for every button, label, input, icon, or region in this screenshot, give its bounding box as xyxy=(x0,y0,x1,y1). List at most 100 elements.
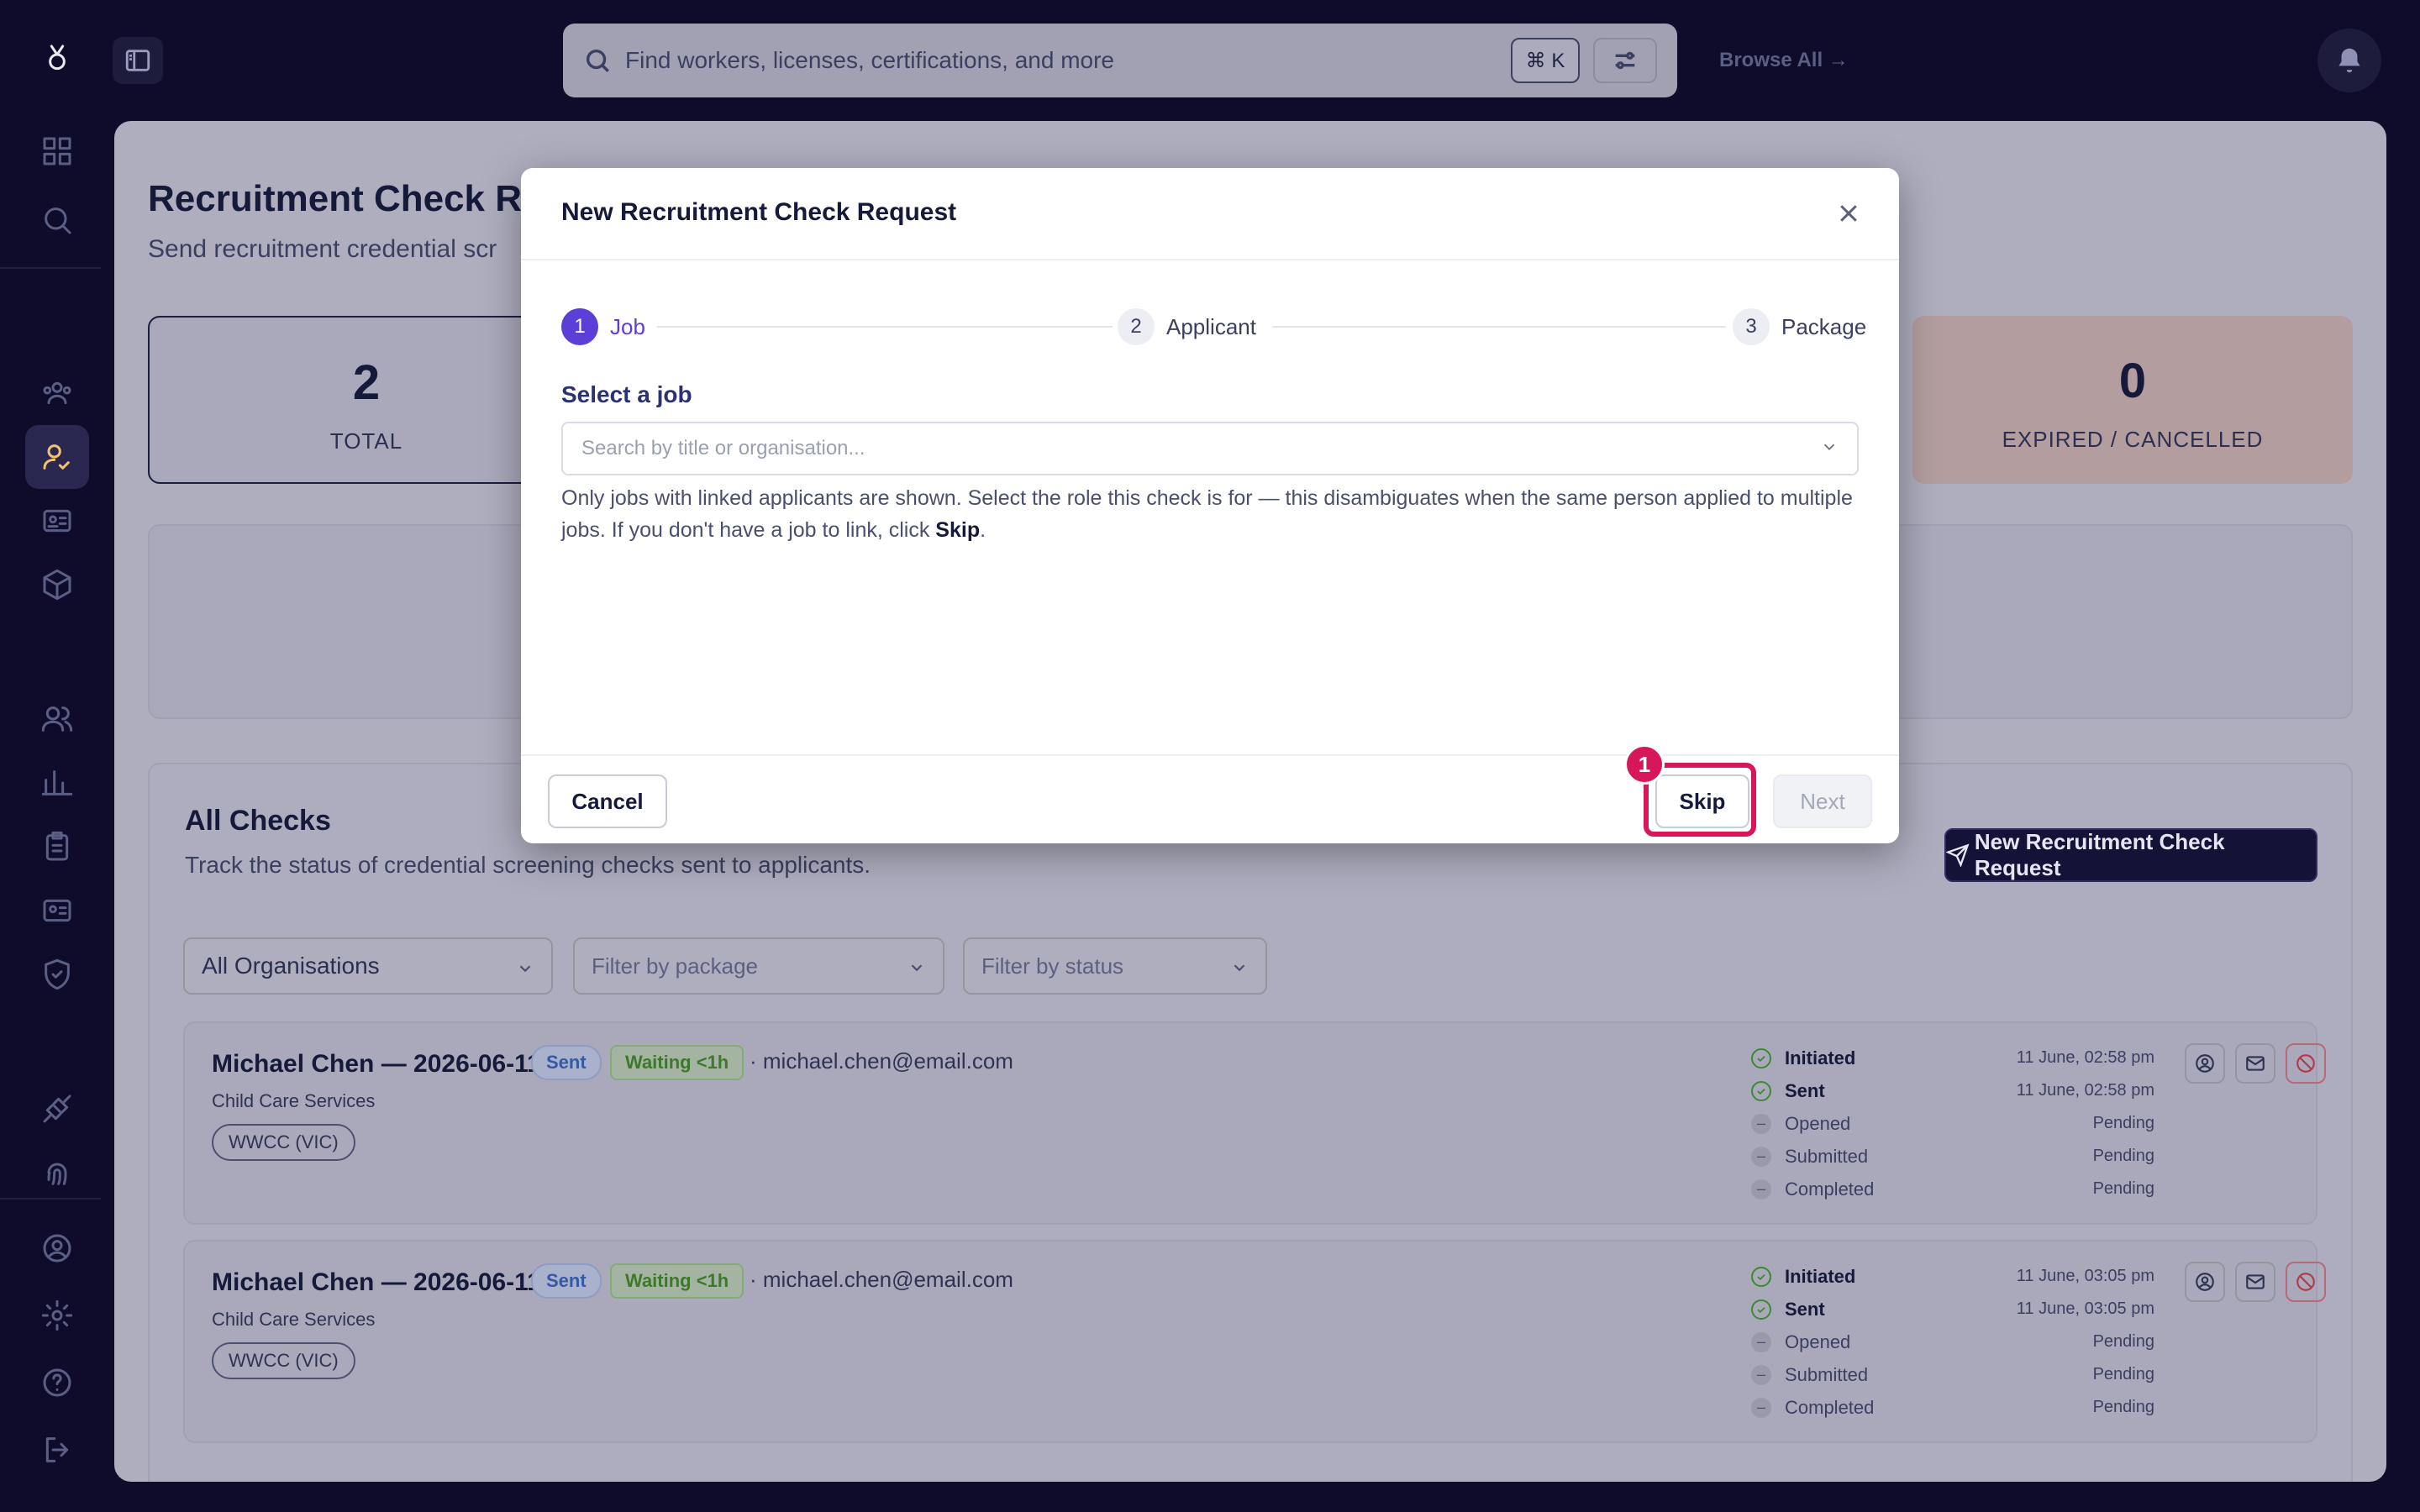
resend-email-button[interactable] xyxy=(2235,1043,2275,1084)
stat-card-total[interactable]: 2 TOTAL xyxy=(148,316,585,484)
check-icon xyxy=(1751,1047,1771,1068)
step-number: 3 xyxy=(1733,308,1770,345)
check-row[interactable]: Michael Chen — 2026-06-11 Sent Waiting <… xyxy=(183,1021,2326,1225)
bell-icon xyxy=(2338,48,2360,73)
status-badge: Sent xyxy=(531,1263,602,1299)
check-row[interactable]: Michael Chen — 2026-06-11 Sent Waiting <… xyxy=(183,1240,2326,1443)
package-filter[interactable]: Filter by package xyxy=(573,937,944,995)
all-checks-card: All Checks Track the status of credentia… xyxy=(148,763,2353,1482)
job-select[interactable] xyxy=(561,422,1859,475)
step-connector xyxy=(1272,326,1726,328)
timeline-item: – Completed Pending xyxy=(1751,1391,2154,1424)
close-button[interactable] xyxy=(1832,197,1865,230)
waiting-badge: Waiting <1h xyxy=(610,1045,744,1080)
cancel-check-button[interactable] xyxy=(2286,1043,2326,1084)
search-icon[interactable] xyxy=(25,188,89,252)
sidebar-divider xyxy=(0,1198,101,1200)
cancel-button[interactable]: Cancel xyxy=(548,774,667,828)
page-subtitle: Send recruitment credential scr xyxy=(148,235,497,263)
close-icon xyxy=(1840,205,1857,222)
timeline-time: 11 June, 03:05 pm xyxy=(2016,1299,2154,1318)
logout-icon[interactable] xyxy=(25,1418,89,1482)
timeline-time: 11 June, 02:58 pm xyxy=(2016,1081,2154,1100)
id-badge-icon[interactable] xyxy=(25,879,89,942)
applicant-email: · michael.chen@email.com xyxy=(750,1048,1013,1074)
step-label: Job xyxy=(610,313,645,339)
search-placeholder[interactable]: Find workers, licenses, certifications, … xyxy=(625,47,1511,74)
check-icon xyxy=(1751,1266,1771,1287)
timeline-time: Pending xyxy=(2092,1147,2154,1165)
organisation-filter[interactable]: All Organisations xyxy=(183,937,553,995)
timeline-label: Completed xyxy=(1785,1178,1875,1200)
timeline-label: Submitted xyxy=(1785,1145,1869,1167)
select-placeholder: Filter by status xyxy=(981,953,1124,979)
status-filter[interactable]: Filter by status xyxy=(963,937,1267,995)
timeline-item: Sent 11 June, 03:05 pm xyxy=(1751,1293,2154,1326)
pending-icon: – xyxy=(1751,1397,1771,1418)
timeline-item: Initiated 11 June, 03:05 pm xyxy=(1751,1260,2154,1293)
shield-check-icon[interactable] xyxy=(25,942,89,1006)
annotation-badge: 1 xyxy=(1624,744,1665,785)
package-icon[interactable] xyxy=(25,553,89,617)
job-search-input[interactable] xyxy=(581,437,1820,460)
timeline-time: Pending xyxy=(2092,1114,2154,1132)
grid-icon[interactable] xyxy=(25,119,89,183)
timeline-label: Initiated xyxy=(1785,1047,1856,1068)
panel-toggle-icon xyxy=(125,50,150,71)
status-badge: Sent xyxy=(531,1045,602,1080)
sidebar-toggle-button[interactable] xyxy=(113,37,163,84)
sidebar-divider xyxy=(0,267,101,269)
gear-icon[interactable] xyxy=(25,1284,89,1347)
resend-email-button[interactable] xyxy=(2235,1262,2275,1302)
package-tag: WWCC (VIC) xyxy=(212,1342,355,1379)
plug-icon[interactable] xyxy=(25,1077,89,1141)
step-job[interactable]: 1 Job xyxy=(561,307,645,346)
timeline-label: Completed xyxy=(1785,1396,1875,1418)
next-button[interactable]: Next xyxy=(1773,774,1872,828)
logo-icon[interactable] xyxy=(25,27,89,91)
chevron-down-icon xyxy=(516,957,534,975)
select-value: All Organisations xyxy=(202,953,380,979)
help-text-body: Only jobs with linked applicants are sho… xyxy=(561,486,1853,542)
row-actions xyxy=(2185,1262,2326,1302)
clipboard-icon[interactable] xyxy=(25,815,89,879)
search-filters-button[interactable] xyxy=(1593,38,1657,83)
timeline-time: Pending xyxy=(2092,1365,2154,1383)
team-icon[interactable] xyxy=(25,361,89,425)
status-timeline: Initiated 11 June, 02:58 pm Sent 11 June, … xyxy=(1751,1042,2154,1205)
step-package[interactable]: 3 Package xyxy=(1733,307,1866,346)
user-circle-icon xyxy=(2196,1273,2214,1291)
select-placeholder: Filter by package xyxy=(592,953,758,979)
view-applicant-button[interactable] xyxy=(2185,1262,2225,1302)
section-title: All Checks xyxy=(185,805,331,837)
timeline-item: – Submitted Pending xyxy=(1751,1358,2154,1391)
browse-all-link[interactable]: Browse All → xyxy=(1719,49,1849,72)
new-recruitment-check-button[interactable]: New Recruitment Check Request xyxy=(1944,828,2317,882)
chevron-down-icon xyxy=(908,957,926,975)
row-actions xyxy=(2185,1043,2326,1084)
timeline-time: Pending xyxy=(2092,1398,2154,1416)
step-applicant[interactable]: 2 Applicant xyxy=(1118,307,1256,346)
check-name: Michael Chen — 2026-06-11 xyxy=(212,1268,541,1296)
stat-card-expired[interactable]: 0 EXPIRED / CANCELLED xyxy=(1912,316,2353,484)
fingerprint-icon[interactable] xyxy=(25,1141,89,1205)
cancel-check-button[interactable] xyxy=(2286,1262,2326,1302)
user-check-icon[interactable] xyxy=(25,425,89,489)
timeline-item: – Opened Pending xyxy=(1751,1326,2154,1358)
send-icon xyxy=(1946,843,1970,867)
check-icon xyxy=(1751,1080,1771,1101)
notifications-button[interactable] xyxy=(2317,29,2381,92)
chevron-down-icon xyxy=(1820,438,1839,460)
bar-chart-icon[interactable] xyxy=(25,751,89,815)
sidebar xyxy=(0,0,114,1512)
organisation-name: Child Care Services xyxy=(212,1090,376,1111)
users-icon[interactable] xyxy=(25,687,89,751)
global-search[interactable]: Find workers, licenses, certifications, … xyxy=(563,24,1677,97)
user-circle-icon[interactable] xyxy=(25,1216,89,1280)
help-icon[interactable] xyxy=(25,1351,89,1415)
timeline-item: – Opened Pending xyxy=(1751,1107,2154,1140)
timeline-label: Submitted xyxy=(1785,1363,1869,1385)
keyboard-shortcut: ⌘ K xyxy=(1511,38,1580,83)
view-applicant-button[interactable] xyxy=(2185,1043,2225,1084)
id-card-icon[interactable] xyxy=(25,489,89,553)
